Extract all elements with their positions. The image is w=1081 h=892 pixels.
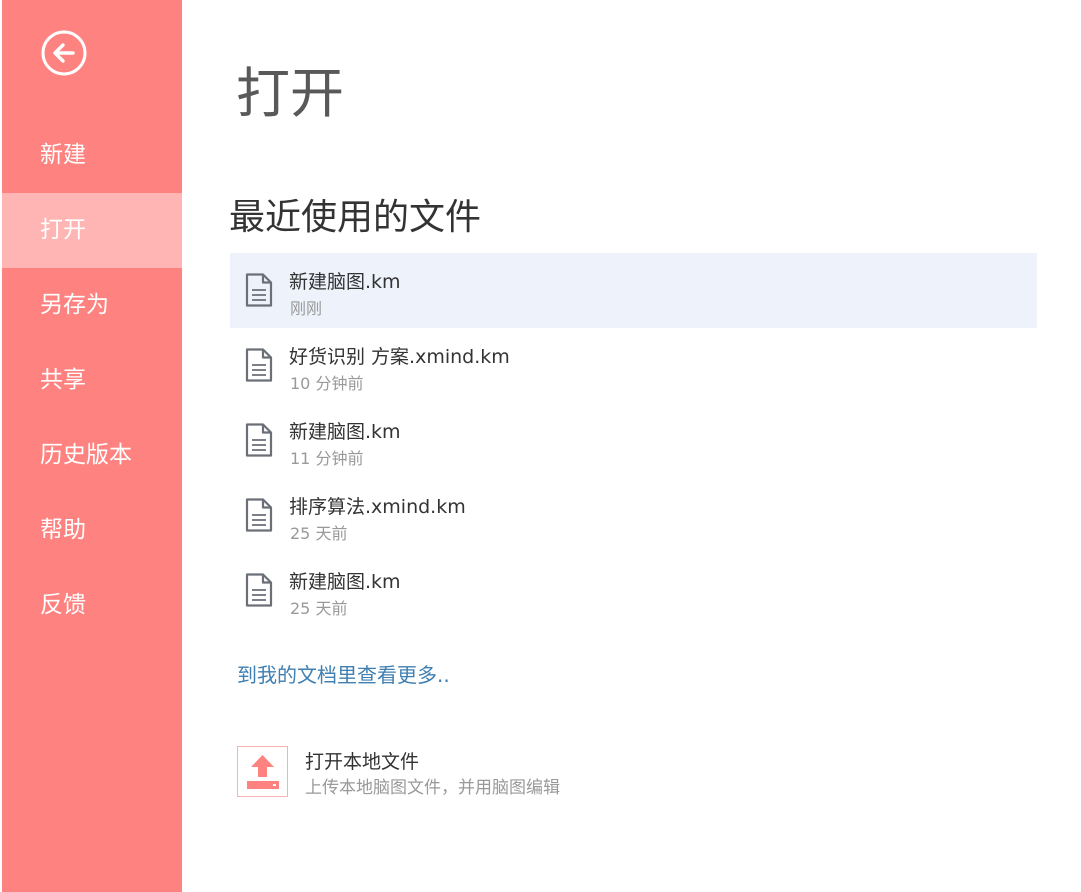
file-icon [245, 573, 273, 607]
sidebar-item-new[interactable]: 新建 [2, 118, 182, 193]
upload-title: 打开本地文件 [305, 751, 420, 773]
sidebar-item-share[interactable]: 共享 [2, 343, 182, 418]
back-arrow-circle-icon [41, 30, 87, 76]
sidebar-item-save-as[interactable]: 另存为 [2, 268, 182, 343]
sidebar: 新建 打开 另存为 共享 历史版本 帮助 反馈 [2, 0, 182, 892]
file-name: 新建脑图.km [289, 271, 401, 293]
page-title: 打开 [236, 62, 344, 125]
file-icon [245, 498, 273, 532]
file-icon [245, 273, 273, 307]
sidebar-item-feedback[interactable]: 反馈 [2, 568, 182, 643]
file-time: 11 分钟前 [290, 449, 364, 468]
file-name: 新建脑图.km [289, 421, 401, 443]
upload-icon [247, 755, 279, 789]
sidebar-item-open[interactable]: 打开 [2, 193, 182, 268]
sidebar-item-history[interactable]: 历史版本 [2, 418, 182, 493]
file-item[interactable]: 新建脑图.km 25 天前 [230, 553, 1037, 628]
file-time: 25 天前 [290, 599, 348, 618]
file-time: 25 天前 [290, 524, 348, 543]
more-documents-link[interactable]: 到我的文档里查看更多.. [237, 659, 450, 688]
open-local-file-button[interactable]: 打开本地文件 上传本地脑图文件，并用脑图编辑 [237, 746, 637, 800]
file-icon [245, 348, 273, 382]
file-item[interactable]: 排序算法.xmind.km 25 天前 [230, 478, 1037, 553]
file-item[interactable]: 新建脑图.km 11 分钟前 [230, 403, 1037, 478]
sidebar-nav: 新建 打开 另存为 共享 历史版本 帮助 反馈 [2, 118, 182, 643]
file-icon [245, 423, 273, 457]
file-item[interactable]: 好货识别 方案.xmind.km 10 分钟前 [230, 328, 1037, 403]
main-panel: 打开 最近使用的文件 新建脑图.km 刚刚 好货识别 方案.xmind.km 1… [182, 0, 1081, 892]
file-name: 好货识别 方案.xmind.km [289, 346, 510, 368]
file-name: 新建脑图.km [289, 571, 401, 593]
recent-file-list: 新建脑图.km 刚刚 好货识别 方案.xmind.km 10 分钟前 新建脑图.… [230, 253, 1037, 628]
recent-files-title: 最近使用的文件 [229, 197, 482, 238]
upload-icon-box [237, 746, 288, 797]
file-time: 刚刚 [290, 299, 323, 318]
file-time: 10 分钟前 [290, 374, 364, 393]
sidebar-item-help[interactable]: 帮助 [2, 493, 182, 568]
back-button[interactable] [40, 29, 88, 77]
file-item[interactable]: 新建脑图.km 刚刚 [230, 253, 1037, 328]
file-name: 排序算法.xmind.km [289, 496, 466, 518]
upload-description: 上传本地脑图文件，并用脑图编辑 [305, 778, 560, 798]
